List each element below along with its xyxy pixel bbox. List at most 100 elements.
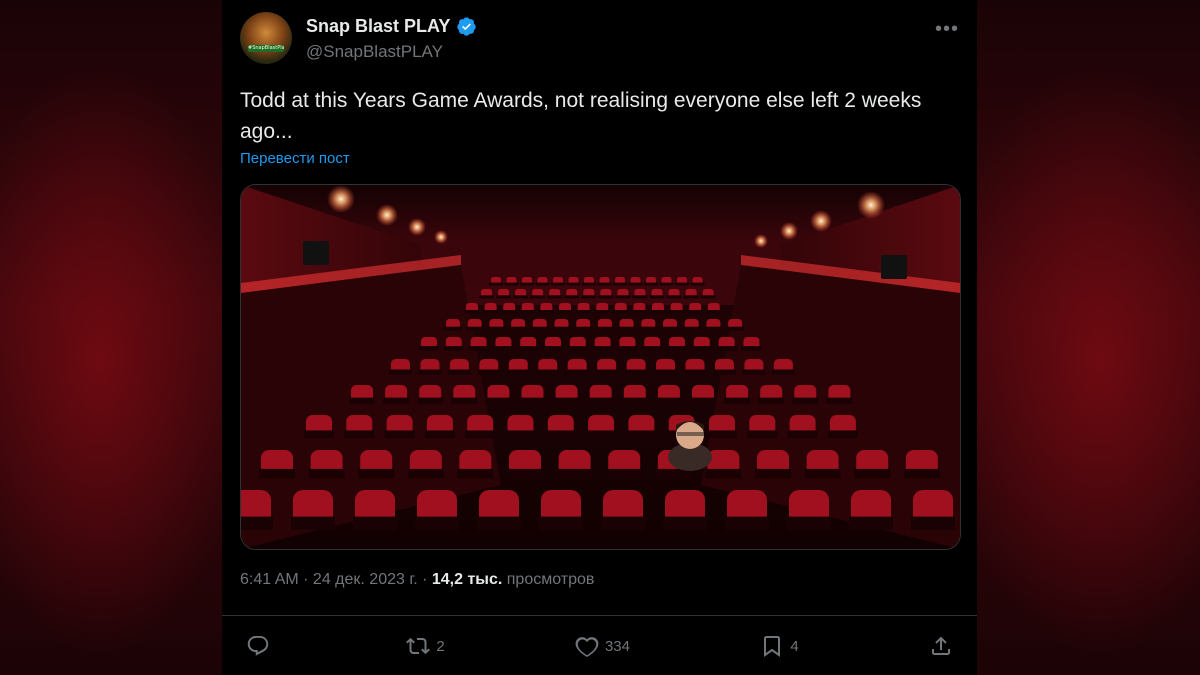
seat-base bbox=[538, 310, 555, 314]
seat-base bbox=[407, 468, 444, 479]
author-name[interactable]: Snap Blast PLAY bbox=[306, 16, 450, 37]
seat-base bbox=[581, 295, 597, 299]
seat-base bbox=[291, 516, 335, 530]
seat-base bbox=[621, 397, 648, 404]
seat-base bbox=[705, 468, 742, 479]
seat-base bbox=[566, 282, 581, 286]
seat-base bbox=[477, 516, 521, 530]
seat-base bbox=[792, 397, 819, 404]
seat-base bbox=[683, 369, 707, 375]
seat-base bbox=[742, 369, 766, 375]
seat-base bbox=[509, 326, 528, 331]
seat-base bbox=[501, 310, 518, 314]
seat-base bbox=[691, 346, 712, 351]
seat-base bbox=[595, 369, 619, 375]
post-image[interactable] bbox=[240, 184, 961, 550]
seat-base bbox=[758, 397, 785, 404]
views-count: 14,2 тыс. bbox=[431, 571, 503, 588]
seat-base bbox=[626, 430, 657, 439]
seat-base bbox=[705, 310, 722, 314]
seat-base bbox=[682, 326, 701, 331]
seat-base bbox=[383, 397, 410, 404]
seat-base bbox=[649, 295, 665, 299]
seat-base bbox=[601, 516, 645, 530]
seat-base bbox=[700, 295, 716, 299]
seat-base bbox=[443, 346, 464, 351]
seat-base bbox=[594, 310, 611, 314]
seat-base bbox=[716, 346, 737, 351]
seat-base bbox=[358, 468, 395, 479]
seat-base bbox=[259, 468, 295, 479]
like-count: 334 bbox=[604, 637, 630, 655]
action-bar: 2 334 4 bbox=[246, 631, 953, 661]
seat-base bbox=[575, 310, 592, 314]
post-time[interactable]: 6:41 AM bbox=[240, 571, 299, 588]
seat-base bbox=[530, 295, 546, 299]
share-button[interactable] bbox=[929, 634, 953, 658]
seat-base bbox=[519, 310, 536, 314]
seat-base bbox=[389, 369, 412, 375]
seat-base bbox=[639, 326, 658, 331]
bookmark-button[interactable]: 4 bbox=[760, 634, 799, 658]
heart-icon bbox=[575, 637, 599, 657]
seat-base bbox=[556, 468, 593, 479]
seat-base bbox=[504, 282, 519, 286]
repost-button[interactable]: 2 bbox=[406, 634, 445, 658]
seat-base bbox=[606, 468, 643, 479]
seat-base bbox=[787, 430, 818, 439]
seat-base bbox=[353, 516, 397, 530]
seat-base bbox=[530, 326, 549, 331]
meta-separator: · bbox=[417, 571, 432, 588]
seat-base bbox=[624, 369, 648, 375]
seat-base bbox=[551, 282, 565, 286]
seat-base bbox=[663, 516, 707, 530]
seat-base bbox=[631, 310, 648, 314]
seat-base bbox=[597, 282, 612, 286]
seat-base bbox=[477, 369, 501, 375]
seat-base bbox=[650, 310, 666, 314]
post-date[interactable]: 24 дек. 2023 г. bbox=[313, 571, 418, 588]
seat-base bbox=[482, 310, 499, 314]
seat-base bbox=[771, 369, 795, 375]
seat-base bbox=[911, 516, 955, 530]
seat-base bbox=[804, 468, 841, 479]
seat-base bbox=[642, 346, 663, 351]
translate-post-link[interactable]: Перевести пост bbox=[240, 150, 350, 167]
seat-base bbox=[724, 397, 751, 404]
seat-base bbox=[447, 369, 471, 375]
seat-base bbox=[518, 346, 539, 351]
seat-base bbox=[567, 346, 588, 351]
seat-base bbox=[487, 326, 506, 331]
seat-base bbox=[598, 295, 614, 299]
author-row: Snap Blast PLAY bbox=[306, 16, 477, 37]
seat-base bbox=[854, 468, 891, 479]
post-text: Todd at this Years Game Awards, not real… bbox=[240, 89, 922, 143]
seat-base bbox=[617, 346, 638, 351]
avatar[interactable]: #SnapBlastPlay bbox=[240, 12, 292, 64]
like-button[interactable]: 334 bbox=[575, 634, 630, 658]
seat-base bbox=[574, 326, 593, 331]
seat-base bbox=[513, 295, 529, 299]
seat-base bbox=[506, 369, 530, 375]
seat-base bbox=[582, 282, 596, 286]
seat-base bbox=[747, 430, 778, 439]
seat-base bbox=[496, 295, 512, 299]
seat-base bbox=[615, 295, 631, 299]
author-handle[interactable]: @SnapBlastPLAY bbox=[306, 42, 443, 62]
seat-base bbox=[707, 430, 737, 439]
seat-base bbox=[415, 516, 459, 530]
seat-base bbox=[520, 282, 534, 286]
views-label: просмотров bbox=[506, 571, 595, 588]
seat-base bbox=[479, 295, 494, 299]
seat-base bbox=[755, 468, 791, 479]
seat-base bbox=[457, 468, 494, 479]
repost-count: 2 bbox=[436, 637, 445, 655]
post-card: #SnapBlastPlay Snap Blast PLAY @SnapBlas… bbox=[222, 0, 977, 675]
reply-button[interactable] bbox=[246, 634, 276, 658]
seat-base bbox=[704, 326, 723, 331]
seat-base bbox=[903, 468, 940, 479]
seat-base bbox=[418, 369, 442, 375]
more-horizontal-icon[interactable]: ••• bbox=[935, 18, 959, 41]
seat-base bbox=[465, 326, 484, 331]
seat-base bbox=[464, 310, 480, 314]
